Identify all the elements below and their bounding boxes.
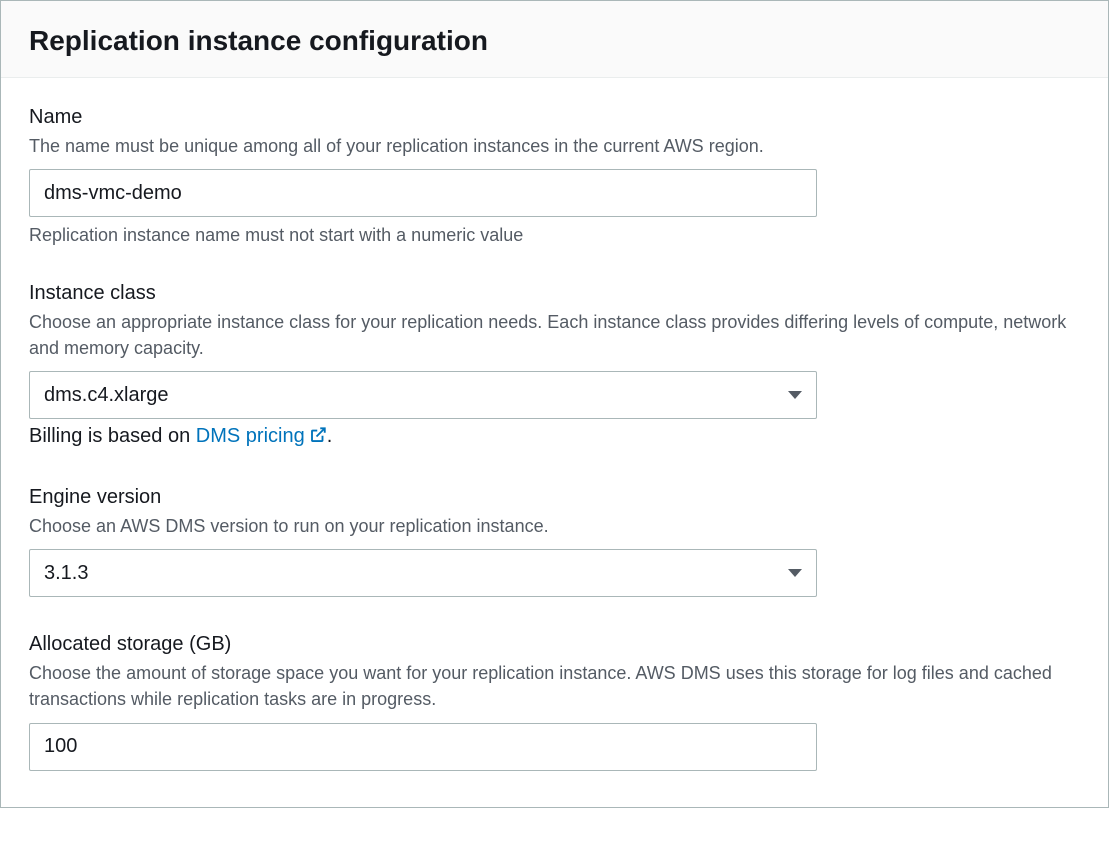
billing-suffix: . [327,425,333,447]
instance-class-select[interactable]: dms.c4.xlarge [29,371,817,419]
engine-version-select[interactable]: 3.1.3 [29,549,817,597]
name-input[interactable] [29,169,817,217]
instance-class-field: Instance class Choose an appropriate ins… [29,282,1080,450]
name-description: The name must be unique among all of you… [29,133,1080,159]
allocated-storage-label: Allocated storage (GB) [29,633,1080,656]
external-link-icon [309,426,327,450]
engine-version-description: Choose an AWS DMS version to run on your… [29,513,1080,539]
engine-version-field: Engine version Choose an AWS DMS version… [29,486,1080,597]
name-field: Name The name must be unique among all o… [29,106,1080,246]
engine-version-selected-value: 3.1.3 [44,562,88,585]
dms-pricing-link[interactable]: DMS pricing [196,425,327,447]
billing-note: Billing is based on DMS pricing. [29,425,1080,450]
instance-class-selected-value: dms.c4.xlarge [44,384,169,407]
panel-header: Replication instance configuration [1,1,1108,78]
panel-title: Replication instance configuration [29,25,1080,57]
instance-class-label: Instance class [29,282,1080,305]
instance-class-description: Choose an appropriate instance class for… [29,309,1080,361]
billing-prefix: Billing is based on [29,425,196,447]
replication-instance-config-panel: Replication instance configuration Name … [0,0,1109,808]
name-hint: Replication instance name must not start… [29,225,1080,246]
allocated-storage-input[interactable] [29,723,817,771]
name-label: Name [29,106,1080,129]
engine-version-label: Engine version [29,486,1080,509]
allocated-storage-field: Allocated storage (GB) Choose the amount… [29,633,1080,770]
panel-body: Name The name must be unique among all o… [1,78,1108,807]
allocated-storage-description: Choose the amount of storage space you w… [29,660,1080,712]
